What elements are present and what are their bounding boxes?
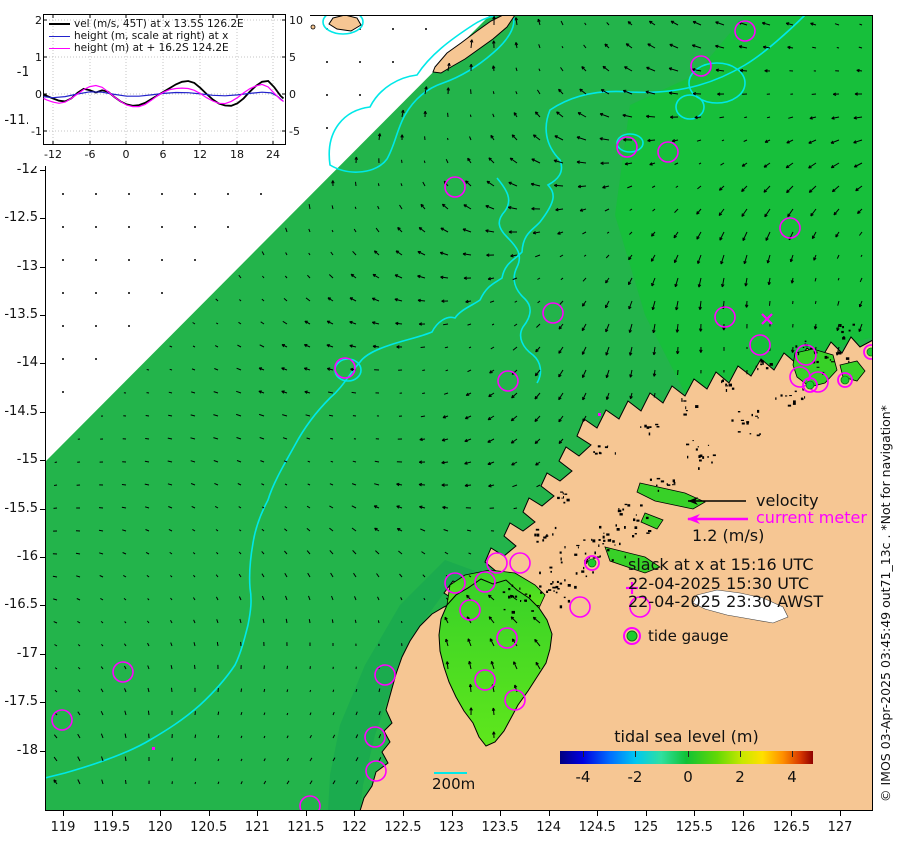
x-tick-mark	[548, 811, 550, 816]
inset-series-1	[43, 91, 284, 102]
colorbar-tick-label: -2	[627, 768, 643, 786]
inset-legend-item: vel (m/s, 45T) at x 13.5S 126.2E	[49, 18, 244, 30]
current-meter-arrow-icon	[687, 514, 748, 524]
y-tick-label: -16.5	[4, 597, 38, 613]
inset-x-tick-label: -6	[84, 148, 96, 161]
velocity-arrow-icon	[688, 497, 746, 505]
inset-timeseries-panel: 2 1 0 -1 10 5 0 -5 -12 -6 0 6 12 18 24 vel (m/s, 45T…	[28, 8, 310, 166]
y-tick-mark	[40, 266, 45, 268]
x-tick-mark	[597, 811, 599, 816]
y-tick-mark	[40, 218, 45, 220]
inset-legend-item: height (m) at + 16.2S 124.2E	[49, 42, 229, 54]
y-tick-label: -14	[16, 355, 38, 371]
inset-left-tick-label: 1	[35, 51, 42, 64]
x-tick-mark	[257, 811, 259, 816]
colorbar-title: tidal sea level (m)	[614, 727, 759, 746]
inset-series-2	[43, 83, 284, 108]
y-tick-mark	[40, 605, 45, 607]
x-tick-mark	[63, 811, 64, 816]
x-tick-mark	[305, 811, 307, 816]
y-tick-label: -12.5	[4, 210, 38, 226]
copyright-text: © IMOS 03-Apr-2025 03:45:49 out71_13c . …	[878, 405, 893, 802]
inset-legend-swatch	[49, 47, 70, 49]
y-tick-mark	[40, 557, 45, 558]
x-tick-mark	[160, 811, 162, 816]
x-tick-mark	[645, 811, 647, 816]
y-tick-label: -15.5	[4, 500, 38, 516]
scalebar-line	[434, 772, 467, 774]
x-tick-mark	[402, 811, 404, 816]
inset-right-tick-label: 0	[289, 88, 296, 101]
y-tick-mark	[40, 750, 45, 752]
colorbar-tick	[740, 751, 741, 757]
slack-line-3: 22-04-2025 23:30 AWST	[628, 592, 824, 611]
y-tick-mark	[40, 460, 45, 462]
tide-gauge-legend-label: tide gauge	[648, 627, 729, 645]
inset-legend-swatch	[49, 35, 70, 37]
colorbar-tick	[635, 751, 636, 757]
inset-legend-label: vel (m/s, 45T) at x 13.5S 126.2E	[74, 17, 244, 30]
slack-line-2: 22-04-2025 15:30 UTC	[628, 573, 809, 593]
y-tick-mark	[40, 653, 45, 655]
inset-left-tick-label: 0	[35, 88, 42, 101]
inset-x-tick-label: 6	[159, 148, 167, 161]
x-tick-mark	[451, 811, 453, 816]
y-tick-label: -14.5	[4, 403, 38, 419]
x-tick-mark	[694, 811, 696, 816]
x-tick-label: 127	[827, 820, 853, 835]
inset-x-tick-label: -12	[44, 148, 62, 161]
y-tick-mark	[40, 315, 45, 316]
y-tick-label: -13	[16, 258, 38, 274]
x-tick-mark	[111, 811, 113, 816]
x-tick-mark	[742, 811, 744, 816]
colorbar-tick-label: -4	[575, 768, 591, 786]
inset-x-tick-label: 12	[193, 148, 207, 161]
colorbar-tick-label: 4	[787, 768, 797, 786]
slack-line-1: slack at x at 15:16 UTC	[628, 555, 814, 574]
inset-x-tick-label: 0	[122, 148, 130, 161]
y-tick-label: -16	[16, 549, 38, 564]
colorbar-tick	[688, 751, 689, 757]
y-tick-mark	[40, 363, 45, 365]
x-tick-mark	[500, 811, 502, 816]
y-tick-label: -13.5	[4, 307, 38, 322]
colorbar-tick	[792, 751, 793, 757]
y-tick-mark	[40, 508, 45, 510]
inset-x-tick-label: 18	[230, 148, 244, 161]
colorbar-tick	[583, 751, 584, 757]
y-tick-label: -17.5	[4, 694, 38, 710]
tidal-map-figure: -11-11.5-12-12.5-13-13.5-14-14.5-15-15.5…	[0, 0, 900, 846]
x-tick-mark	[354, 811, 356, 816]
y-tick-label: -17	[16, 645, 38, 661]
colorbar-tick-label: 0	[683, 768, 693, 786]
y-tick-label: -15	[16, 452, 38, 468]
inset-right-tick-label: -5	[289, 125, 300, 138]
x-tick-mark	[791, 811, 793, 816]
y-tick-label: -18	[16, 742, 38, 758]
inset-x-tick-label: 24	[266, 148, 280, 161]
y-tick-mark	[40, 169, 45, 171]
tide-gauge-icon	[623, 627, 641, 645]
speed-scale-label: 1.2 (m/s)	[692, 526, 765, 545]
colorbar: -4 -2 0 2 4	[560, 751, 813, 786]
y-tick-mark	[40, 702, 45, 704]
current-meter-legend-label: current meter	[756, 508, 867, 527]
inset-legend-swatch	[49, 23, 70, 25]
x-tick-mark	[208, 811, 210, 816]
inset-left-tick-label: 2	[35, 14, 42, 27]
scalebar-label: 200m	[432, 775, 476, 793]
inset-curves	[43, 80, 285, 108]
inset-legend-label: height (m, scale at right) at x	[74, 29, 229, 42]
y-tick-mark	[40, 411, 45, 413]
inset-right-tick-label: 5	[289, 51, 296, 64]
inset-legend-label: height (m) at + 16.2S 124.2E	[74, 41, 229, 54]
slack-time-block: slack at x at 15:16 UTC 22-04-2025 15:30…	[628, 555, 824, 612]
x-tick-mark	[840, 811, 841, 816]
inset-right-tick-label: 10	[289, 14, 303, 27]
inset-legend-item: height (m, scale at right) at x	[49, 30, 228, 42]
inset-left-tick-label: -1	[31, 125, 42, 138]
colorbar-tick-label: 2	[735, 768, 745, 786]
